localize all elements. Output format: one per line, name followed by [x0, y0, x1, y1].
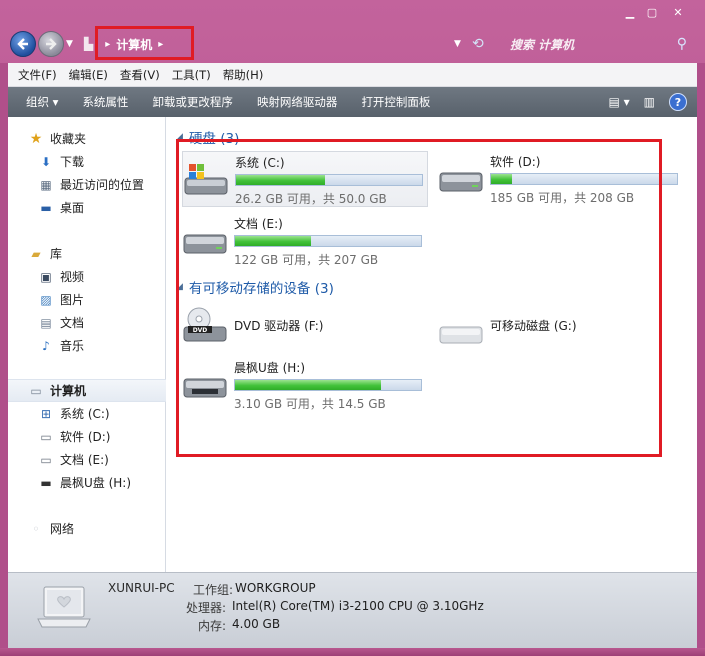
- help-icon[interactable]: ?: [669, 93, 687, 111]
- documents-icon: ▤: [40, 315, 52, 330]
- cpu-label: 处理器:: [185, 601, 226, 615]
- nav-network[interactable]: ◦ 网络: [8, 517, 166, 540]
- star-icon: ★: [29, 130, 43, 147]
- frame-right: [697, 63, 705, 648]
- laptop-icon: [37, 586, 91, 628]
- network-group: ◦ 网络: [8, 517, 166, 540]
- back-button[interactable]: [10, 31, 36, 57]
- workgroup-value: WORKGROUP: [235, 581, 316, 595]
- system-drive-icon: ⊞: [40, 406, 52, 421]
- maximize-button[interactable]: ▢: [641, 4, 663, 20]
- computer-icon: ▭: [30, 383, 42, 398]
- back-arrow-icon: [17, 38, 28, 50]
- cpu-value: Intel(R) Core(TM) i3-2100 CPU @ 3.10GHz: [232, 599, 484, 613]
- nav-item-desktop[interactable]: ▬ 桌面: [8, 196, 166, 219]
- minimize-button[interactable]: ▁: [619, 4, 641, 20]
- menu-tools[interactable]: 工具(T): [172, 67, 211, 83]
- nav-item-downloads[interactable]: ⬇ 下载: [8, 150, 166, 173]
- pictures-icon: ▨: [40, 292, 52, 307]
- preview-pane-icon[interactable]: ▥: [644, 95, 655, 109]
- hard-drive-icon: ▭: [40, 452, 52, 467]
- nav-drive-e[interactable]: ▭ 文档 (E:): [8, 448, 166, 471]
- nav-drive-h[interactable]: ▬ 晨枫U盘 (H:): [8, 471, 166, 494]
- menu-bar: 文件(F) 编辑(E) 查看(V) 工具(T) 帮助(H): [8, 63, 697, 87]
- details-pane: XUNRUI-PC 工作组: WORKGROUP 处理器: Intel(R) C…: [8, 572, 697, 648]
- organize-button[interactable]: 组织 ▾: [26, 94, 58, 110]
- explorer-window: ▁ ▢ ✕ ▼ ▙ ▸ 计算机 ▸ ▼ ⟲ 搜索 计算机 ⚲ 文件(F) 编辑(…: [0, 0, 705, 656]
- history-dropdown-icon[interactable]: ▼: [66, 39, 73, 49]
- open-control-panel-button[interactable]: 打开控制面板: [361, 94, 430, 110]
- highlight-box-title: [95, 26, 194, 60]
- computer-group: ▭ 计算机 ⊞ 系统 (C:) ▭ 软件 (D:) ▭ 文档 (E:) ▬ 晨枫…: [8, 379, 166, 494]
- system-properties-button[interactable]: 系统属性: [82, 94, 128, 110]
- recent-places-icon: ▦: [40, 177, 52, 192]
- highlight-box-drives: [176, 139, 662, 457]
- nav-item-label: 最近访问的位置: [60, 178, 145, 192]
- network-icon: ◦: [32, 521, 40, 536]
- nav-item-label: 下载: [60, 155, 85, 169]
- nav-computer-label: 计算机: [50, 384, 87, 398]
- nav-favorites[interactable]: ★ 收藏夹: [8, 127, 166, 150]
- nav-libraries-label: 库: [50, 247, 63, 261]
- memory-value: 4.00 GB: [232, 617, 281, 631]
- nav-item-label: 系统 (C:): [60, 407, 110, 421]
- video-icon: ▣: [40, 269, 52, 284]
- nav-computer[interactable]: ▭ 计算机: [8, 379, 166, 402]
- nav-item-label: 桌面: [60, 201, 85, 215]
- music-icon: ♪: [42, 338, 50, 353]
- frame-bottom: [0, 648, 705, 656]
- usb-drive-icon: ▬: [40, 475, 52, 490]
- nav-item-music[interactable]: ♪ 音乐: [8, 334, 166, 357]
- caption-buttons: ▁ ▢ ✕: [619, 4, 693, 20]
- nav-item-label: 视频: [60, 270, 85, 284]
- downloads-folder-icon: ⬇: [40, 154, 52, 169]
- nav-item-pictures[interactable]: ▨ 图片: [8, 288, 166, 311]
- nav-item-label: 图片: [60, 293, 85, 307]
- nav-item-label: 文档 (E:): [60, 453, 109, 467]
- navigation-pane: ★ 收藏夹 ⬇ 下载 ▦ 最近访问的位置 ▬ 桌面 ▰ 库 ▣ 视频 ▨ 图片 …: [8, 117, 166, 572]
- menu-help[interactable]: 帮助(H): [223, 67, 264, 83]
- frame-left: [0, 63, 8, 648]
- nav-drive-d[interactable]: ▭ 软件 (D:): [8, 425, 166, 448]
- command-bar: 组织 ▾ 系统属性 卸载或更改程序 映射网络驱动器 打开控制面板 ▤ ▾ ▥ ?: [8, 87, 697, 117]
- forward-arrow-icon: [46, 38, 57, 50]
- workgroup-label: 工作组:: [192, 583, 233, 597]
- nav-item-label: 音乐: [60, 339, 85, 353]
- menu-file[interactable]: 文件(F): [18, 67, 57, 83]
- nav-item-recent-places[interactable]: ▦ 最近访问的位置: [8, 173, 166, 196]
- nav-item-label: 软件 (D:): [60, 430, 111, 444]
- favorites-group: ★ 收藏夹 ⬇ 下载 ▦ 最近访问的位置 ▬ 桌面: [8, 127, 166, 219]
- search-icon[interactable]: ⚲: [677, 36, 687, 52]
- nav-libraries[interactable]: ▰ 库: [8, 242, 166, 265]
- libraries-group: ▰ 库 ▣ 视频 ▨ 图片 ▤ 文档 ♪ 音乐: [8, 242, 166, 357]
- search-placeholder: 搜索 计算机: [510, 37, 575, 52]
- command-bar-right: ▤ ▾ ▥ ?: [608, 93, 687, 111]
- forward-button[interactable]: [38, 31, 64, 57]
- nav-item-label: 晨枫U盘 (H:): [60, 476, 132, 490]
- search-input[interactable]: 搜索 计算机 ⚲: [500, 32, 695, 56]
- nav-item-documents[interactable]: ▤ 文档: [8, 311, 166, 334]
- memory-label: 内存:: [197, 619, 226, 633]
- menu-edit[interactable]: 编辑(E): [69, 67, 108, 83]
- nav-favorites-label: 收藏夹: [50, 132, 87, 146]
- library-folder-icon: ▰: [31, 246, 41, 261]
- address-dropdown-icon[interactable]: ▼: [454, 39, 461, 49]
- nav-drive-c[interactable]: ⊞ 系统 (C:): [8, 402, 166, 425]
- close-button[interactable]: ✕: [663, 4, 693, 20]
- refresh-icon[interactable]: ⟲: [472, 36, 484, 52]
- nav-network-label: 网络: [50, 522, 75, 536]
- computer-small-icon: ▙: [84, 37, 94, 51]
- nav-item-label: 文档: [60, 316, 85, 330]
- nav-item-videos[interactable]: ▣ 视频: [8, 265, 166, 288]
- hard-drive-icon: ▭: [40, 429, 52, 444]
- desktop-icon: ▬: [40, 200, 52, 215]
- uninstall-program-button[interactable]: 卸载或更改程序: [152, 94, 233, 110]
- view-options-icon[interactable]: ▤ ▾: [608, 95, 629, 109]
- menu-view[interactable]: 查看(V): [120, 67, 160, 83]
- map-network-drive-button[interactable]: 映射网络驱动器: [257, 94, 338, 110]
